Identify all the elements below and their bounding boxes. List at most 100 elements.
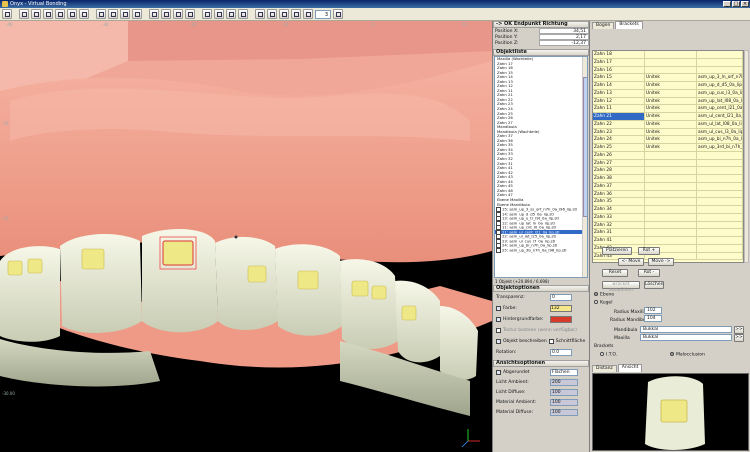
bracket-grid-row[interactable]: Zahn 33 <box>593 213 743 222</box>
grid-scrollbar[interactable] <box>744 50 749 263</box>
radius-mandibula-input[interactable]: 104 <box>644 315 662 322</box>
view-option-value[interactable]: Flächen <box>550 368 578 376</box>
maxilla-more-button[interactable]: >> <box>734 334 744 342</box>
mandibula-select[interactable]: Bukkal <box>640 326 732 333</box>
grid-icon[interactable] <box>120 9 130 19</box>
fit-view-icon[interactable] <box>67 9 77 19</box>
bgcolor-swatch[interactable] <box>550 316 572 323</box>
zoom-icon[interactable] <box>31 9 41 19</box>
move-left-button[interactable]: <- Move <box>618 258 644 266</box>
bracket-grid-row[interactable]: Zahn 38 <box>593 175 743 183</box>
view-option-value[interactable]: 100 <box>550 388 578 396</box>
radius-maxilla-input[interactable]: 102 <box>644 307 662 314</box>
bracket-grid-row[interactable]: Zahn 14 Unitek asm_up_d_d5_0a_lip <box>593 82 743 90</box>
bracket-grid-row[interactable]: Zahn 31 <box>593 229 743 237</box>
zoom-input[interactable]: 3 <box>315 9 331 19</box>
bracket-grid-row[interactable]: Zahn 17 <box>593 58 743 67</box>
ito-option[interactable]: I.T.O. <box>600 352 617 358</box>
copy-icon[interactable] <box>279 9 289 19</box>
settings-icon[interactable] <box>303 9 313 19</box>
tab-brackets[interactable]: Brackets <box>615 21 643 29</box>
zoom-dropdown-icon[interactable] <box>333 9 343 19</box>
move-right-button[interactable]: Move -> <box>648 258 674 266</box>
scroll-thumb[interactable] <box>583 77 587 217</box>
position-z-field[interactable]: -12,37 <box>539 40 589 46</box>
bracket-select-button[interactable]: Bracket auswählen <box>602 281 640 293</box>
object-list-scrollbar[interactable] <box>582 57 587 277</box>
move-icon[interactable] <box>55 9 65 19</box>
ebene-radio[interactable] <box>594 292 598 296</box>
kugel-option[interactable]: Kugel <box>594 300 612 306</box>
bracket-grid-row[interactable]: Zahn 36 <box>593 190 743 199</box>
minimize-button[interactable]: _ <box>723 1 731 7</box>
tab-bogen[interactable]: Bogen <box>592 22 615 29</box>
3d-viewport[interactable]: -40 -30 -20 -10 0 10 -20 -10 -30.00 <box>0 21 492 452</box>
malocclusion-radio[interactable] <box>670 352 674 356</box>
bracket-grid[interactable]: Zahn 18 Zahn 17 Zahn 16 Zahn 15 Unitek asm_up… <box>592 50 744 263</box>
transparency-spinner[interactable]: 0 <box>550 294 572 301</box>
camera-icon[interactable] <box>255 9 265 19</box>
bracket-grid-row[interactable]: Zahn 27 <box>593 159 743 168</box>
bracket-grid-row[interactable]: Zahn 24 Unitek asm_up_bi_n7h_0a_lip <box>593 136 743 144</box>
bracket-grid-row[interactable]: Zahn 12 Unitek asm_up_lat_l08_0a_lip <box>593 97 743 106</box>
select-icon[interactable] <box>149 9 159 19</box>
delete-button[interactable]: Löschen <box>644 281 664 289</box>
bracket-grid-row[interactable]: Zahn 11Unitekasm_up_cent_l21_0a_lip <box>593 105 743 113</box>
save-icon[interactable] <box>185 9 195 19</box>
tab-ansicht[interactable]: Ansicht <box>617 364 643 372</box>
close-button[interactable]: × <box>741 1 749 7</box>
section-icon[interactable] <box>238 9 248 19</box>
rotation-spinner[interactable]: 0.0 <box>550 349 572 356</box>
mandibula-more-button[interactable]: >> <box>734 326 744 334</box>
color-checkbox[interactable] <box>496 306 501 311</box>
color-swatch[interactable]: 132 <box>550 305 572 312</box>
bracket-grid-row[interactable]: Zahn 26 <box>593 151 743 160</box>
bracket-grid-row[interactable]: Zahn 35 <box>593 198 743 206</box>
bracket-grid-row[interactable]: Zahn 25 Unitek asm_up_3rd_bi_n7h_0 <box>593 144 743 152</box>
bracket-grid-row[interactable]: Zahn 23 Unitek asm_ul_cus_l3_0a_lip <box>593 128 743 137</box>
describe-checkbox[interactable] <box>496 339 501 344</box>
bracket-grid-row[interactable]: Zahn 34 <box>593 206 743 214</box>
view-front-icon[interactable] <box>96 9 106 19</box>
bracket-grid-row[interactable]: Zahn 13 Unitek asm_up_cus_l3_0a_lip <box>593 89 743 98</box>
object-list-item[interactable]: 25: asm_up_3b_n7h_0a_l96_lip.stl <box>495 248 587 253</box>
rot-minus-button[interactable]: Rot - <box>638 269 660 277</box>
bgcolor-checkbox[interactable] <box>496 317 501 322</box>
view-option-value[interactable]: 100 <box>550 408 578 416</box>
malocclusion-option[interactable]: Malocclusion <box>670 352 705 358</box>
bracket-grid-row[interactable]: Zahn 28 <box>593 167 743 175</box>
maximize-button[interactable]: □ <box>732 1 740 7</box>
wireframe-icon[interactable] <box>173 9 183 19</box>
bracket-grid-row[interactable]: Zahn 37 <box>593 182 743 191</box>
bracket-grid-row[interactable]: Zahn 21Unitekasm_ul_cent_l21_0a_lip <box>593 113 743 121</box>
bracket-grid-row[interactable]: Zahn 22 Unitek asm_ul_lat_l08_0a_lip <box>593 120 743 129</box>
ebene-option[interactable]: Ebene <box>594 292 614 298</box>
cut-checkbox[interactable] <box>548 339 554 344</box>
view-top-icon[interactable] <box>108 9 118 19</box>
texture-checkbox[interactable] <box>496 328 501 333</box>
reset-button[interactable]: Reset <box>602 269 628 277</box>
maxilla-select[interactable]: Bukkal <box>640 334 732 341</box>
bracket-grid-row[interactable]: Zahn 15Unitekasm_up_3_ln_orf_n7h_0a <box>593 74 743 82</box>
bracket-icon[interactable] <box>214 9 224 19</box>
rot-plus-button[interactable]: Rot + <box>638 247 660 255</box>
arrow-tool-icon[interactable] <box>19 9 29 19</box>
ito-radio[interactable] <box>600 352 604 356</box>
abgerundet-checkbox[interactable] <box>496 369 501 375</box>
paste-icon[interactable] <box>291 9 301 19</box>
bracket-grid-row[interactable]: Zahn 16 <box>593 66 743 75</box>
tab-distanz[interactable]: Distanz <box>592 365 617 372</box>
snapshot-icon[interactable] <box>161 9 171 19</box>
align-icon[interactable] <box>267 9 277 19</box>
measure-icon[interactable] <box>226 9 236 19</box>
tooth-icon[interactable] <box>202 9 212 19</box>
bracket-grid-row[interactable]: Zahn 41 <box>593 237 743 245</box>
platzieren-button[interactable]: Platzieren <box>602 247 632 255</box>
bracket-grid-row[interactable]: Zahn 32 <box>593 221 743 230</box>
view-option-value[interactable]: 100 <box>550 398 578 406</box>
bracket-grid-row[interactable]: Zahn 18 <box>593 51 743 59</box>
pan-icon[interactable] <box>79 9 89 19</box>
kugel-radio[interactable] <box>594 300 598 304</box>
star-icon[interactable] <box>2 9 12 19</box>
rotate-icon[interactable] <box>43 9 53 19</box>
